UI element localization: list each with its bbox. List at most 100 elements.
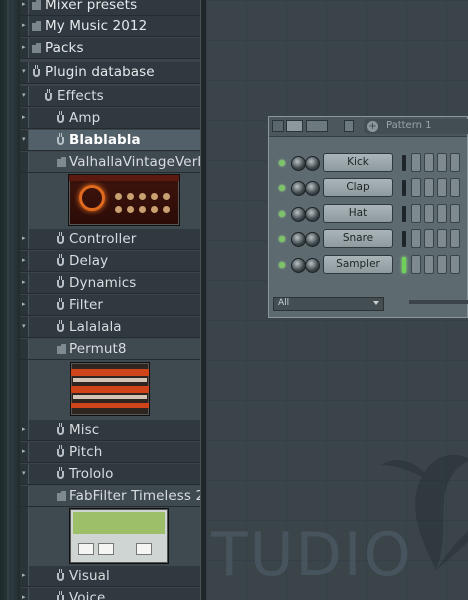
permut8-thumbnail[interactable] (70, 362, 150, 416)
step-button[interactable] (450, 204, 460, 223)
step-button[interactable] (437, 178, 447, 197)
browser-item-delay[interactable]: ▸ Delay (20, 251, 200, 272)
expand-arrow[interactable]: ▸ (20, 295, 29, 315)
expand-arrow[interactable]: ▸ (20, 442, 29, 462)
volume-knob[interactable] (305, 181, 320, 196)
browser-item-mixer-presets[interactable]: ▸ Mixer presets (20, 0, 200, 16)
browser-item-controller[interactable]: ▸ Controller (20, 229, 200, 250)
rack-view-button[interactable] (286, 120, 303, 132)
browser-item-plugin-database[interactable]: ▾ Plugin database (20, 62, 200, 84)
add-pattern-icon[interactable]: + (367, 121, 378, 132)
browser-item-lalalala[interactable]: ▾ Lalalala (20, 317, 200, 338)
step-button[interactable] (450, 229, 460, 248)
rack-scroll-bar[interactable] (409, 300, 468, 304)
pan-knob[interactable] (291, 232, 306, 247)
volume-knob[interactable] (305, 232, 320, 247)
collapse-arrow[interactable]: ▾ (20, 317, 29, 337)
expand-arrow[interactable]: ▸ (20, 108, 29, 128)
expand-arrow[interactable]: ▸ (20, 0, 29, 15)
valhalla-thumbnail[interactable] (68, 174, 180, 226)
browser-item-pitch[interactable]: ▸ Pitch (20, 442, 200, 463)
channel-name-button[interactable]: Hat (323, 204, 393, 223)
browser-item-label: Mixer presets (45, 0, 138, 13)
step-button[interactable] (450, 178, 460, 197)
channel-name-button[interactable]: Kick (323, 153, 393, 172)
expand-arrow[interactable]: ▸ (20, 420, 29, 440)
step-button[interactable] (437, 153, 447, 172)
volume-knob[interactable] (305, 258, 320, 273)
step-button[interactable] (450, 153, 460, 172)
plugin-icon (33, 65, 40, 77)
fabfilter-thumbnail[interactable] (69, 508, 169, 564)
browser-item-misc[interactable]: ▸ Misc (20, 420, 200, 441)
step-button[interactable] (450, 255, 460, 274)
expand-arrow[interactable]: ▸ (20, 588, 29, 600)
step-button[interactable] (411, 178, 421, 197)
browser-item-label: Effects (57, 88, 104, 104)
channel-mute-led[interactable] (279, 211, 285, 217)
expand-arrow[interactable]: ▸ (20, 273, 29, 293)
expand-arrow[interactable]: ▸ (20, 229, 29, 249)
browser-item-dynamics[interactable]: ▸ Dynamics (20, 273, 200, 294)
step-button[interactable] (411, 255, 421, 274)
browser-item-voice[interactable]: ▸ Voice (20, 588, 200, 600)
channel-name-button[interactable]: Snare (323, 229, 393, 248)
browser-item-packs[interactable]: ▸ Packs (20, 38, 200, 59)
step-button[interactable] (411, 153, 421, 172)
step-button[interactable] (411, 229, 421, 248)
volume-knob[interactable] (305, 207, 320, 222)
channel-name-button[interactable]: Sampler (323, 255, 393, 274)
browser-item-blablabla[interactable]: ▾ Blablabla (20, 130, 200, 151)
channel-rack-window[interactable]: + Pattern 1 Kick Clap Hat Snare Sampler … (268, 116, 468, 318)
channel-name-button[interactable]: Clap (323, 178, 393, 197)
left-edge-strip (0, 0, 20, 600)
channel-select-meter[interactable] (402, 257, 406, 273)
step-button[interactable] (424, 204, 434, 223)
channel-mute-led[interactable] (279, 262, 285, 268)
volume-knob[interactable] (305, 156, 320, 171)
browser-item-effects[interactable]: ▾ Effects (20, 86, 200, 107)
pan-knob[interactable] (291, 207, 306, 222)
step-button[interactable] (437, 255, 447, 274)
step-button[interactable] (424, 255, 434, 274)
step-button[interactable] (424, 178, 434, 197)
collapse-arrow[interactable]: ▾ (20, 86, 29, 106)
thumb-header-bar (69, 175, 179, 181)
collapse-arrow[interactable]: ▾ (20, 130, 29, 150)
channel-select-meter[interactable] (402, 155, 406, 171)
step-button[interactable] (424, 153, 434, 172)
pan-knob[interactable] (291, 258, 306, 273)
expand-arrow[interactable]: ▸ (20, 16, 29, 36)
pan-knob[interactable] (291, 156, 306, 171)
channel-select-meter[interactable] (402, 206, 406, 222)
collapse-arrow[interactable]: ▾ (20, 464, 29, 484)
channel-filter-dropdown[interactable]: All (273, 297, 384, 311)
browser-item-my-music-2012[interactable]: ▸ My Music 2012 (20, 16, 200, 37)
rack-swing-button[interactable] (306, 120, 328, 132)
browser-item-filter[interactable]: ▸ Filter (20, 295, 200, 316)
browser-item-amp[interactable]: ▸ Amp (20, 108, 200, 129)
channel-mute-led[interactable] (279, 160, 285, 166)
channel-select-meter[interactable] (402, 180, 406, 196)
rack-arrow-button[interactable] (344, 120, 354, 132)
browser-item-label: Permut8 (69, 341, 127, 357)
browser-item-valhallavintageverb[interactable]: ValhallaVintageVerb (20, 152, 200, 173)
step-button[interactable] (424, 229, 434, 248)
collapse-arrow[interactable]: ▾ (20, 62, 29, 83)
browser-item-fabfilter-timeless-2[interactable]: FabFilter Timeless 2 (20, 486, 200, 507)
rack-menu-icon[interactable] (272, 120, 284, 132)
browser-item-permut8[interactable]: Permut8 (20, 339, 200, 360)
step-button[interactable] (437, 204, 447, 223)
channel-mute-led[interactable] (279, 185, 285, 191)
browser-item-trololo[interactable]: ▾ Trololo (20, 464, 200, 485)
pan-knob[interactable] (291, 181, 306, 196)
step-button[interactable] (437, 229, 447, 248)
step-button[interactable] (411, 204, 421, 223)
channel-mute-led[interactable] (279, 236, 285, 242)
channel-select-meter[interactable] (402, 231, 406, 247)
expand-arrow[interactable]: ▸ (20, 38, 29, 58)
browser-item-visual[interactable]: ▸ Visual (20, 566, 200, 587)
expand-arrow[interactable]: ▸ (20, 251, 29, 271)
expand-arrow[interactable]: ▸ (20, 566, 29, 586)
pattern-selector[interactable]: + Pattern 1 (364, 119, 468, 134)
